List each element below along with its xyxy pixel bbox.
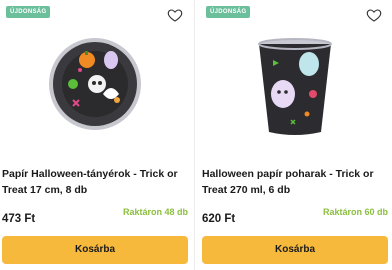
heart-icon[interactable] <box>167 7 183 23</box>
heart-icon[interactable] <box>366 7 382 23</box>
new-badge: ÚJDONSÁG <box>206 6 251 18</box>
add-to-cart-button[interactable]: Kosárba <box>2 236 188 264</box>
halloween-plate-image[interactable] <box>25 22 165 147</box>
stock-status: Raktáron 60 db <box>322 207 388 217</box>
product-title[interactable]: Halloween papír poharak - Trick or Treat… <box>202 166 388 198</box>
add-to-cart-button[interactable]: Kosárba <box>202 236 388 264</box>
stock-status: Raktáron 48 db <box>122 207 188 217</box>
halloween-cup-image[interactable] <box>225 22 365 147</box>
product-card[interactable]: ÚJDONSÁG Halloween papír poharak - Trick… <box>200 0 390 270</box>
new-badge: ÚJDONSÁG <box>6 6 51 18</box>
product-card[interactable]: ÚJDONSÁG Papír Halloween-tányérok - Tric… <box>0 0 190 270</box>
product-title[interactable]: Papír Halloween-tányérok - Trick or Trea… <box>2 166 188 198</box>
product-price: 473 Ft <box>2 213 36 225</box>
card-divider <box>194 0 195 270</box>
product-price: 620 Ft <box>202 213 236 225</box>
